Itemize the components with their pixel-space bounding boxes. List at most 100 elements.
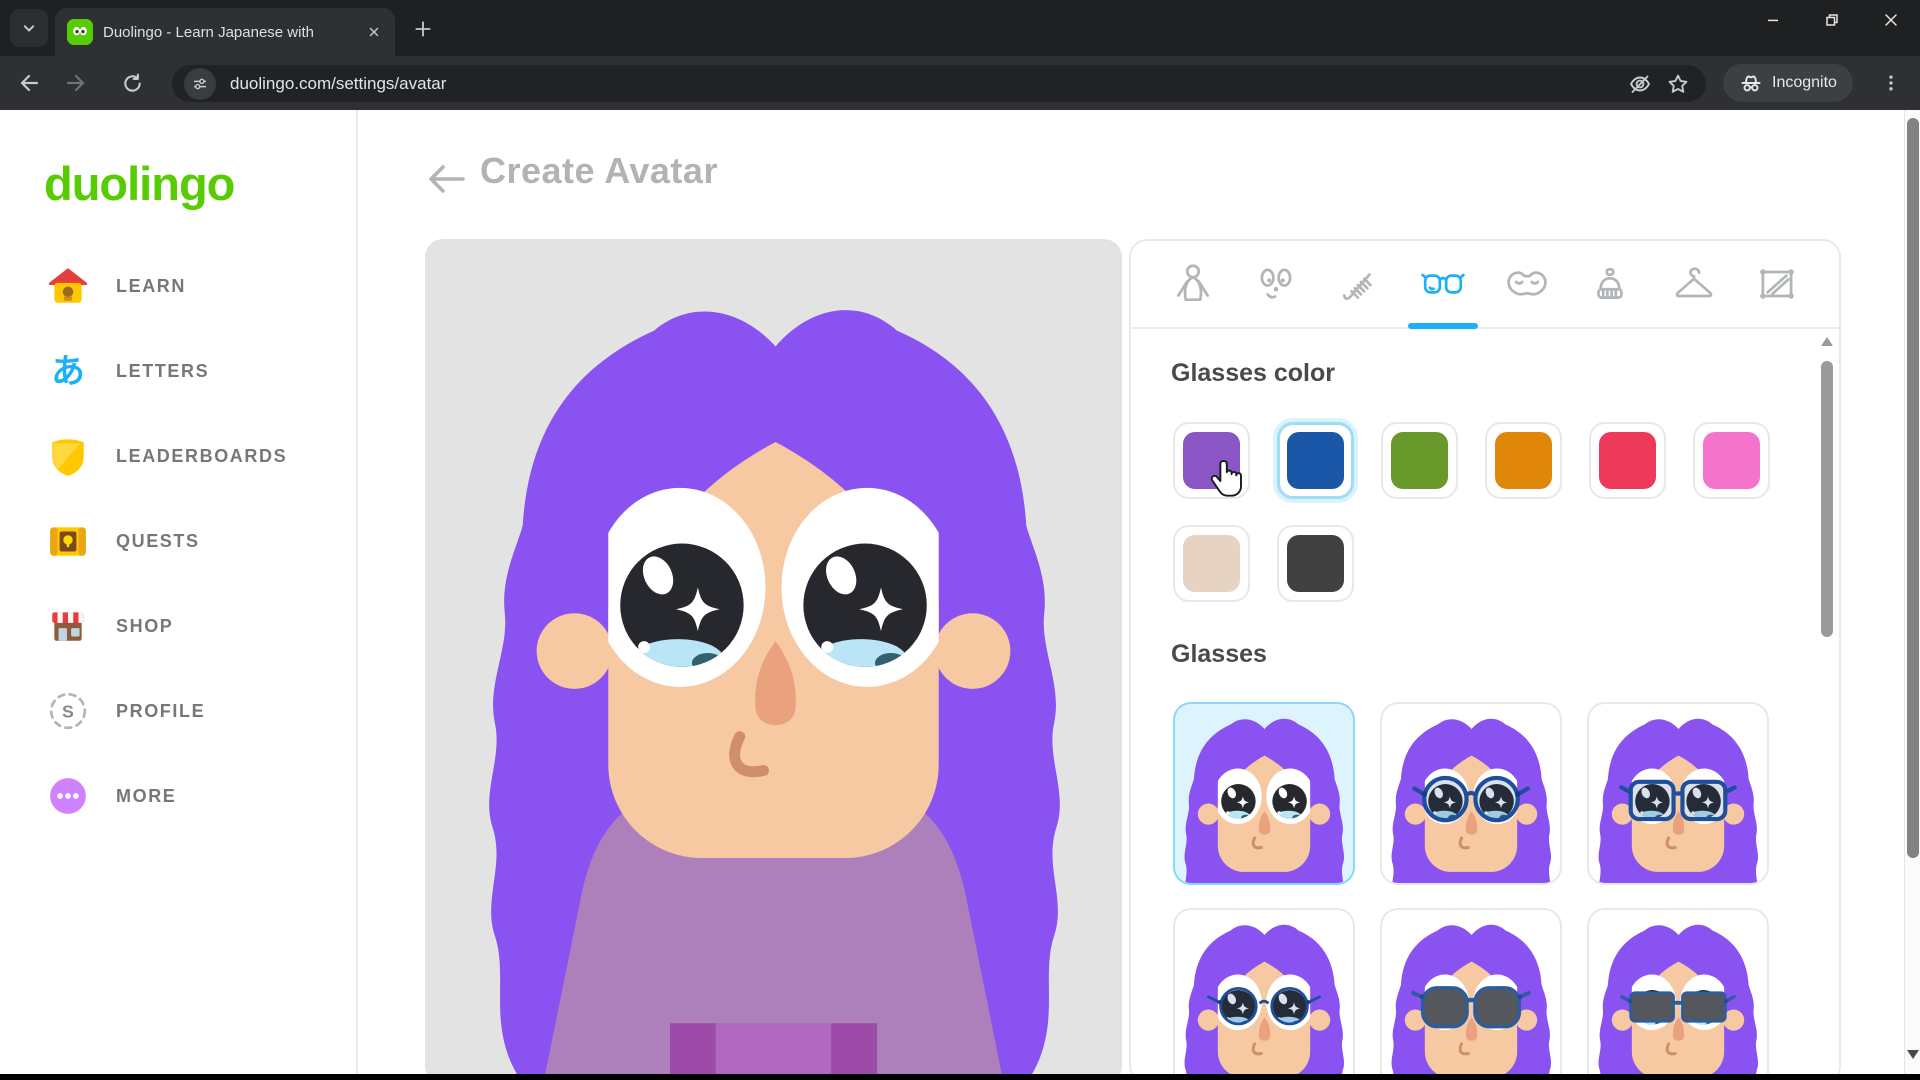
face-icon (1260, 268, 1292, 299)
tab-hats[interactable] (1569, 241, 1653, 327)
hair-icon (1342, 273, 1372, 301)
kebab-menu-icon (1889, 75, 1893, 91)
scroll-up-arrow-icon[interactable] (1821, 337, 1833, 346)
sidebar-item-label: MORE (116, 785, 177, 806)
background-icon (1760, 269, 1795, 299)
glasses-option-round-glasses[interactable] (1380, 702, 1562, 885)
color-chip (1183, 432, 1240, 489)
svg-text:S: S (62, 701, 74, 721)
restore-icon (1825, 14, 1838, 26)
browser-tab-strip: Duolingo - Learn Japanese with (0, 0, 1920, 56)
glasses-option-square-sunglasses[interactable] (1587, 908, 1769, 1074)
screen: Duolingo - Learn Japanese with duolingo.… (0, 0, 1920, 1080)
more-icon (46, 774, 90, 818)
glasses-color-swatch-beige[interactable] (1173, 525, 1250, 602)
glasses-color-swatch-purple[interactable] (1173, 422, 1250, 499)
glasses-color-swatch-green[interactable] (1381, 422, 1458, 499)
avatar-preview-illustration (425, 239, 1122, 1074)
tab-body[interactable] (1151, 241, 1235, 327)
reload-icon (123, 73, 141, 92)
reload-button[interactable] (115, 66, 149, 100)
category-tab-bar (1131, 241, 1839, 329)
browser-scrollbar-thumb[interactable] (1907, 118, 1919, 858)
address-bar-actions (1628, 72, 1690, 96)
body-icon (1176, 264, 1209, 302)
color-chip (1703, 432, 1760, 489)
forward-arrow-icon (66, 74, 85, 92)
tab-title: Duolingo - Learn Japanese with (103, 23, 314, 41)
glasses-color-swatch-dark-gray[interactable] (1277, 525, 1354, 602)
address-bar[interactable]: duolingo.com/settings/avatar (172, 65, 1706, 102)
sidebar-item-learn[interactable]: LEARN (46, 256, 287, 316)
panel-scrollbar-thumb[interactable] (1821, 361, 1833, 637)
sidebar: duolingo LEARN あ LETTERS LEADERBOARDS QUESTS… (0, 110, 358, 1074)
sidebar-item-more[interactable]: MORE (46, 766, 287, 826)
sidebar-item-profile[interactable]: S PROFILE (46, 681, 287, 741)
sidebar-item-letters[interactable]: あ LETTERS (46, 341, 287, 401)
incognito-label: Incognito (1772, 74, 1837, 91)
duolingo-favicon-icon (67, 19, 93, 45)
back-arrow-icon (429, 164, 465, 193)
hats-icon (1597, 268, 1624, 299)
color-chip (1495, 432, 1552, 489)
back-button[interactable] (424, 160, 468, 200)
tab-title-fade (311, 8, 351, 56)
tab-background[interactable] (1736, 241, 1820, 327)
screenshot-bottom-edge (0, 1074, 1920, 1080)
scroll-down-arrow-icon[interactable] (1907, 1050, 1919, 1059)
glasses-color-swatches (1173, 422, 1770, 602)
tab-glasses[interactable] (1402, 241, 1486, 329)
bookmark-star-icon[interactable] (1666, 72, 1690, 96)
shop-icon (46, 604, 90, 648)
restore-button[interactable] (1802, 0, 1861, 40)
glasses-options-grid (1173, 702, 1769, 1074)
color-chip (1287, 535, 1344, 592)
color-chip (1391, 432, 1448, 489)
color-chip (1287, 432, 1344, 489)
panel-scrollbar (1820, 337, 1834, 977)
forward-nav-button[interactable] (60, 66, 94, 100)
duolingo-logo[interactable]: duolingo (44, 156, 235, 211)
plus-icon (415, 21, 431, 37)
tune-icon (194, 78, 206, 89)
tab-search-button[interactable] (10, 9, 48, 47)
browser-tab[interactable]: Duolingo - Learn Japanese with (55, 8, 395, 56)
tab-face[interactable] (1235, 241, 1319, 327)
masks-icon (1507, 271, 1547, 296)
glasses-option-square-glasses[interactable] (1587, 702, 1769, 885)
back-nav-button[interactable] (11, 66, 45, 100)
tab-close-icon[interactable] (363, 21, 385, 43)
minimize-button[interactable] (1743, 0, 1802, 40)
leaderboards-icon (46, 434, 90, 478)
letters-icon: あ (46, 349, 90, 393)
glasses-color-swatch-blue[interactable] (1277, 422, 1354, 499)
close-window-button[interactable] (1861, 0, 1920, 40)
glasses-color-swatch-red[interactable] (1589, 422, 1666, 499)
tab-masks[interactable] (1485, 241, 1569, 327)
glasses-option-thin-round-glasses[interactable] (1173, 908, 1355, 1074)
new-tab-button[interactable] (408, 14, 438, 44)
sidebar-item-leaderboards[interactable]: LEADERBOARDS (46, 426, 287, 486)
minimize-icon (1767, 19, 1778, 22)
glasses-color-heading: Glasses color (1171, 359, 1335, 387)
sidebar-item-label: PROFILE (116, 700, 206, 721)
browser-menu-button[interactable] (1874, 66, 1908, 100)
glasses-option-round-sunglasses[interactable] (1380, 908, 1562, 1074)
page-title: Create Avatar (480, 150, 718, 191)
quests-icon (46, 519, 90, 563)
color-chip (1183, 535, 1240, 592)
tab-clothing[interactable] (1652, 241, 1736, 327)
glasses-heading: Glasses (1171, 640, 1267, 668)
glasses-color-swatch-orange[interactable] (1485, 422, 1562, 499)
glasses-color-swatch-pink[interactable] (1693, 422, 1770, 499)
color-chip (1599, 432, 1656, 489)
site-info-button[interactable] (184, 67, 216, 100)
page-content: duolingo LEARN あ LETTERS LEADERBOARDS QUESTS… (0, 110, 1920, 1074)
sidebar-item-shop[interactable]: SHOP (46, 596, 287, 656)
sidebar-item-quests[interactable]: QUESTS (46, 511, 287, 571)
incognito-badge: Incognito (1723, 64, 1853, 102)
back-arrow-icon (20, 74, 39, 92)
eye-off-icon[interactable] (1628, 72, 1652, 96)
tab-hair[interactable] (1318, 241, 1402, 327)
glasses-option-no-glasses[interactable] (1173, 702, 1355, 885)
